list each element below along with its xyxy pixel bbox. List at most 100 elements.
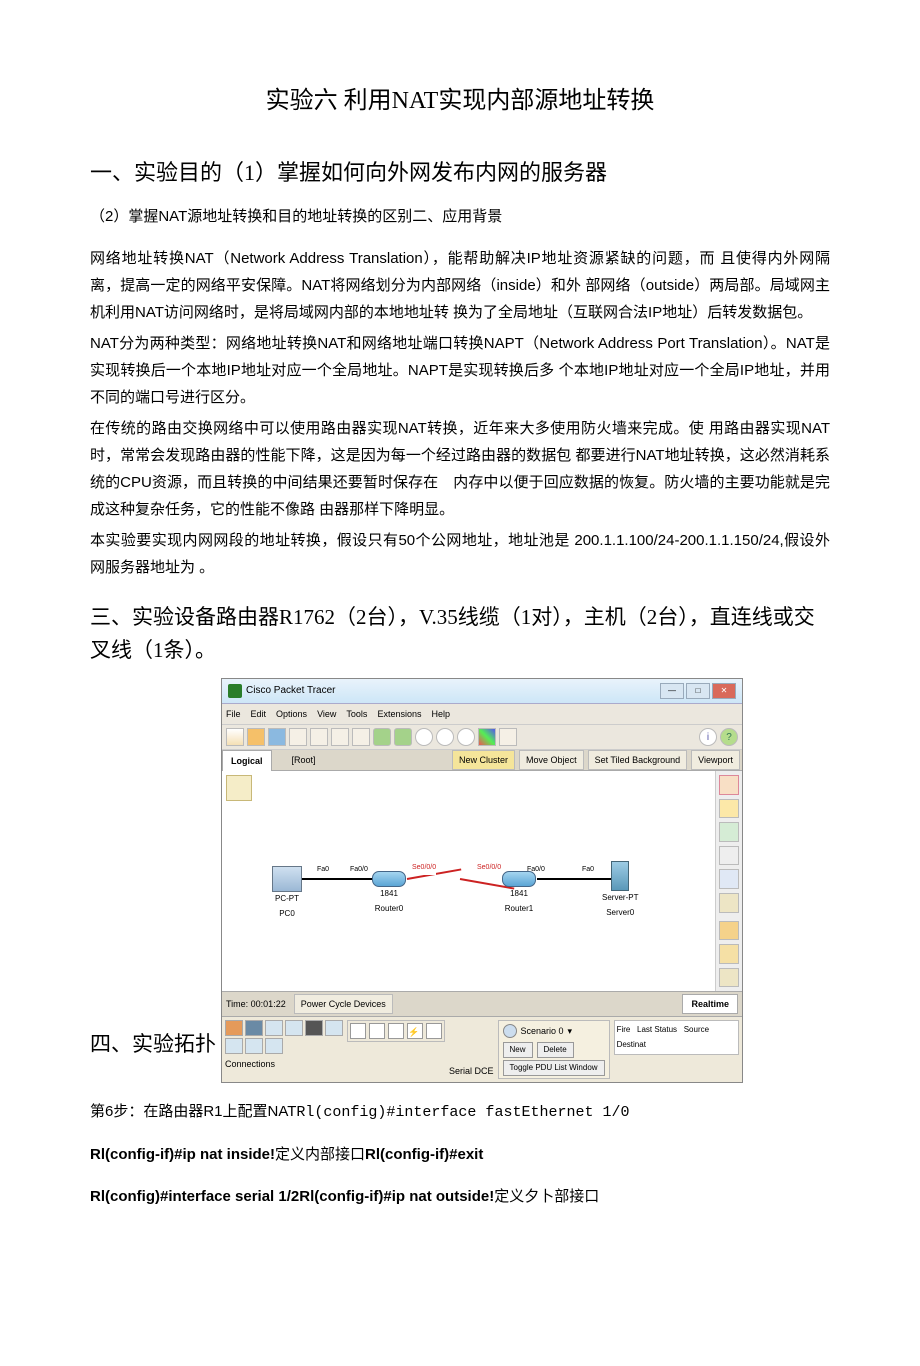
multiuser-category-icon[interactable] xyxy=(265,1038,283,1054)
end-devices-category-icon[interactable] xyxy=(325,1020,343,1036)
minimize-button[interactable]: — xyxy=(660,683,684,699)
menu-help[interactable]: Help xyxy=(431,706,450,722)
device-router0[interactable]: 1841 Router0 xyxy=(372,866,406,916)
wizard-icon[interactable] xyxy=(310,728,328,746)
connections-category-icon[interactable] xyxy=(305,1020,323,1036)
device-server0[interactable]: Server-PT Server0 xyxy=(602,861,638,920)
root-breadcrumb[interactable]: [Root] xyxy=(272,752,336,768)
maximize-button[interactable]: □ xyxy=(686,683,710,699)
resize-tool-icon[interactable] xyxy=(719,893,739,913)
col-fire: Fire xyxy=(617,1025,631,1034)
link-r1-srv xyxy=(537,878,612,880)
switches-category-icon[interactable] xyxy=(245,1020,263,1036)
nav-root-icon[interactable] xyxy=(226,775,252,801)
section4-label: 四、实验拓扑 xyxy=(90,1026,216,1064)
scenario-delete-button[interactable]: Delete xyxy=(537,1042,574,1058)
complex-pdu-icon[interactable] xyxy=(719,944,739,964)
section3-heading: 三、实验设备路由器R1762（2台），V.35线缆（1对），主机（2台），直连线… xyxy=(90,601,830,668)
note-tool-icon[interactable] xyxy=(719,822,739,842)
port-r1-se: Se0/0/0 xyxy=(477,862,501,875)
new-cluster-button[interactable]: New Cluster xyxy=(452,750,515,770)
zoom-reset-icon[interactable] xyxy=(436,728,454,746)
col-source: Source xyxy=(684,1025,709,1034)
power-cycle-button[interactable]: Power Cycle Devices xyxy=(294,994,393,1014)
workspace-bar: Logical [Root] New Cluster Move Object S… xyxy=(222,750,742,771)
menu-view[interactable]: View xyxy=(317,706,336,722)
para-4: 本实验要实现内网网段的地址转换，假设只有50个公网地址，地址池是 200.1.1… xyxy=(90,527,830,581)
menu-options[interactable]: Options xyxy=(276,706,307,722)
port-r0-fa: Fa0/0 xyxy=(350,864,368,877)
paste-icon[interactable] xyxy=(352,728,370,746)
main-toolbar: i ? xyxy=(222,725,742,750)
save-icon[interactable] xyxy=(268,728,286,746)
toggle-pdu-button[interactable]: Toggle PDU List Window xyxy=(503,1060,605,1076)
link-pc-r0 xyxy=(302,878,377,880)
scenario-new-button[interactable]: New xyxy=(503,1042,533,1058)
zoom-in-icon[interactable] xyxy=(415,728,433,746)
time-bar: Time: 00:01:22 Power Cycle Devices Realt… xyxy=(222,991,742,1016)
hubs-category-icon[interactable] xyxy=(265,1020,283,1036)
menu-edit[interactable]: Edit xyxy=(251,706,267,722)
step6-line2: Rl(config-if)#ip nat inside!定义内部接口Rl(con… xyxy=(90,1141,830,1168)
packet-tracer-window: Cisco Packet Tracer — □ ✕ File Edit Opti… xyxy=(221,678,743,1083)
undo-icon[interactable] xyxy=(373,728,391,746)
side-toolbar xyxy=(715,771,742,991)
info-icon[interactable]: i xyxy=(699,728,717,746)
move-tool-icon[interactable] xyxy=(719,799,739,819)
redo-icon[interactable] xyxy=(394,728,412,746)
inspect-tool-icon[interactable] xyxy=(719,869,739,889)
col-destination: Destinat xyxy=(617,1040,646,1049)
device-router1[interactable]: 1841 Router1 xyxy=(502,866,536,916)
palette-icon[interactable] xyxy=(478,728,496,746)
device-pc0[interactable]: PC-PT PC0 xyxy=(272,866,302,921)
para-1: 网络地址转换NAT（Network Address Translation），能… xyxy=(90,245,830,326)
menu-file[interactable]: File xyxy=(226,706,241,722)
console-cable-icon[interactable] xyxy=(369,1023,385,1039)
viewport-button[interactable]: Viewport xyxy=(691,750,740,770)
custom-category-icon[interactable] xyxy=(245,1038,263,1054)
connection-types: ⚡ xyxy=(347,1020,445,1042)
delete-tool-icon[interactable] xyxy=(719,846,739,866)
pdu3-icon[interactable] xyxy=(719,968,739,988)
serial-dce-label: Serial DCE xyxy=(449,1063,494,1079)
routers-category-icon[interactable] xyxy=(225,1020,243,1036)
copy-icon[interactable] xyxy=(331,728,349,746)
simple-pdu-icon[interactable] xyxy=(719,921,739,941)
print-icon[interactable] xyxy=(289,728,307,746)
help-icon[interactable]: ? xyxy=(720,728,738,746)
open-icon[interactable] xyxy=(247,728,265,746)
move-object-button[interactable]: Move Object xyxy=(519,750,584,770)
doc-title: 实验六 利用NAT实现内部源地址转换 xyxy=(90,80,830,123)
window-title: Cisco Packet Tracer xyxy=(246,682,335,700)
workspace-canvas[interactable]: Fa0 Fa0/0 Se0/0/0 Se0/0/0 Fa0/0 Fa0 PC-P… xyxy=(222,771,742,991)
serial-dce-cable-icon[interactable]: ⚡ xyxy=(407,1023,423,1039)
step6-line1: 第6步：在路由器R1上配置NATRl(config)#interface fas… xyxy=(90,1098,830,1126)
set-background-button[interactable]: Set Tiled Background xyxy=(588,750,688,770)
menu-tools[interactable]: Tools xyxy=(346,706,367,722)
time-label: Time: 00:01:22 xyxy=(226,996,286,1012)
new-icon[interactable] xyxy=(226,728,244,746)
app-icon xyxy=(228,684,242,698)
pdu-list-table: Fire Last Status Source Destinat xyxy=(614,1020,739,1055)
realtime-tab[interactable]: Realtime xyxy=(682,994,738,1014)
bottom-panel: Connections ⚡ Serial DCE Scenario 0 ▾ Ne… xyxy=(222,1016,742,1082)
menu-bar: File Edit Options View Tools Extensions … xyxy=(222,704,742,725)
scenario-select[interactable]: Scenario 0 xyxy=(521,1023,564,1039)
scenario-info-icon[interactable] xyxy=(503,1024,517,1038)
wan-category-icon[interactable] xyxy=(225,1038,243,1054)
port-srv-fa: Fa0 xyxy=(582,864,594,877)
zoom-out-icon[interactable] xyxy=(457,728,475,746)
step6-line3: Rl(config)#interface serial 1/2Rl(config… xyxy=(90,1183,830,1210)
menu-extensions[interactable]: Extensions xyxy=(377,706,421,722)
serial-dte-cable-icon[interactable] xyxy=(426,1023,442,1039)
close-button[interactable]: ✕ xyxy=(712,683,736,699)
device-palette: Connections xyxy=(225,1020,343,1072)
logical-tab[interactable]: Logical xyxy=(222,750,272,771)
select-tool-icon[interactable] xyxy=(719,775,739,795)
port-r0-se: Se0/0/0 xyxy=(412,862,436,875)
custom-dev-icon[interactable] xyxy=(499,728,517,746)
para-2: NAT分为两种类型：网络地址转换NAT和网络地址端口转换NAPT（Network… xyxy=(90,330,830,411)
auto-cable-icon[interactable] xyxy=(350,1023,366,1039)
straight-cable-icon[interactable] xyxy=(388,1023,404,1039)
wireless-category-icon[interactable] xyxy=(285,1020,303,1036)
